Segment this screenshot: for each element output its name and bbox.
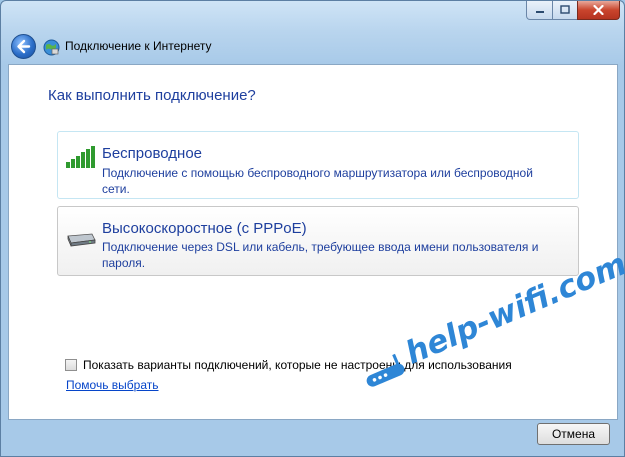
- title-bar: Подключение к Интернету: [1, 1, 625, 63]
- option-pppoe-title: Высокоскоростное (с PPPoE): [102, 220, 307, 237]
- page-heading: Как выполнить подключение?: [48, 87, 256, 104]
- minimize-button[interactable]: [526, 1, 553, 20]
- wireless-signal-icon: [66, 146, 95, 168]
- router-icon: [366, 353, 405, 387]
- close-button[interactable]: [577, 1, 620, 20]
- network-globe-icon: [43, 39, 60, 56]
- close-icon: [593, 5, 604, 15]
- show-unconfigured-checkbox[interactable]: [65, 359, 77, 371]
- maximize-button[interactable]: [552, 1, 578, 20]
- back-button[interactable]: [11, 34, 36, 59]
- maximize-icon: [560, 5, 570, 14]
- option-wireless-description: Подключение с помощью беспроводного марш…: [102, 166, 533, 196]
- back-arrow-icon: [17, 39, 31, 54]
- cancel-button[interactable]: Отмена: [537, 423, 610, 445]
- option-wireless[interactable]: Беспроводное Подключение с помощью беспр…: [57, 131, 579, 199]
- modem-icon: [67, 233, 96, 247]
- minimize-icon: [535, 11, 544, 13]
- window-controls: [526, 1, 620, 21]
- option-wireless-title: Беспроводное: [102, 145, 203, 162]
- window-title: Подключение к Интернету: [65, 39, 212, 53]
- help-choose-link[interactable]: Помочь выбрать: [66, 378, 159, 392]
